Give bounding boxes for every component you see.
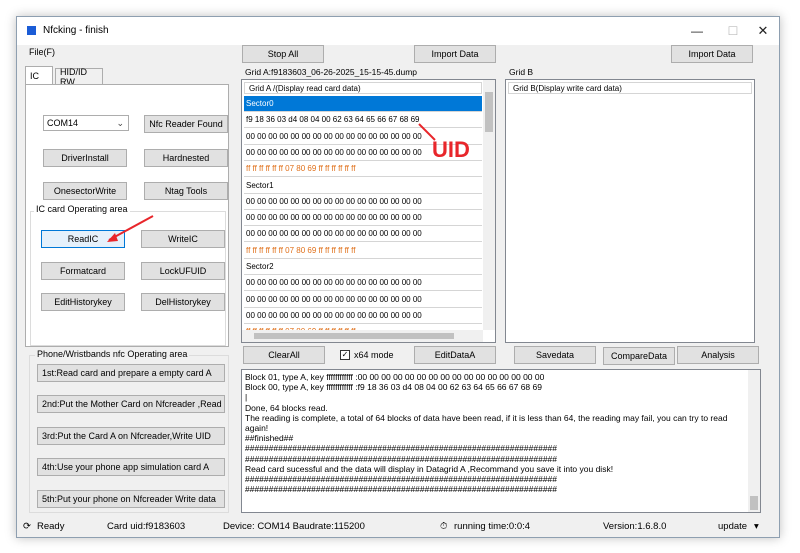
- step-4-button[interactable]: 4th:Use your phone app simulation card A: [37, 458, 225, 476]
- status-bar: ⟳ Ready Card uid:f9183603 Device: COM14 …: [17, 517, 779, 537]
- uid-annotation: UID: [432, 137, 470, 162]
- stopwatch-icon: ⏱: [440, 521, 448, 532]
- log-line: Block 00, type A, key ffffffffffff :f9 1…: [245, 382, 542, 393]
- log-line: ########################################…: [245, 453, 558, 464]
- chevron-down-icon: ⌄: [116, 118, 124, 128]
- grid-a-row[interactable]: Sector1: [244, 178, 482, 194]
- menu-file[interactable]: File(F): [29, 47, 55, 57]
- grid-a[interactable]: Grid A /(Display read card data) Sector0…: [241, 79, 496, 343]
- compare-data-button[interactable]: CompareData: [603, 347, 675, 365]
- status-card-uid: Card uid:f9183603: [107, 521, 186, 532]
- ic-tab-panel: COM14 ⌄ Nfc Reader Found DriverInstall H…: [25, 84, 229, 347]
- title-bar: Nfcking - finish — ☐ ✕: [17, 17, 779, 45]
- grid-b[interactable]: Grid B(Display write card data): [505, 79, 755, 343]
- grid-a-row[interactable]: ff ff ff ff ff ff 07 80 69 ff ff ff ff f…: [244, 161, 482, 178]
- log-line: The reading is complete, a total of 64 b…: [245, 412, 728, 423]
- tab-ic[interactable]: IC: [25, 66, 53, 84]
- grid-b-header: Grid B(Display write card data): [508, 82, 752, 94]
- grid-a-row[interactable]: f9 18 36 03 d4 08 04 00 62 63 64 65 66 6…: [244, 112, 482, 129]
- minimize-button[interactable]: —: [677, 17, 717, 45]
- log-line: ##finished##: [245, 433, 294, 444]
- del-history-key-button[interactable]: DelHistorykey: [141, 293, 225, 311]
- com-port-select[interactable]: COM14 ⌄: [43, 115, 129, 131]
- ic-card-group-title: IC card Operating area: [34, 204, 130, 214]
- grid-a-row[interactable]: 00 00 00 00 00 00 00 00 00 00 00 00 00 0…: [244, 275, 482, 292]
- phone-group-title: Phone/Wristbands nfc Operating area: [35, 349, 190, 359]
- step-2-button[interactable]: 2nd:Put the Mother Card on Nfcreader ,Re…: [37, 395, 225, 413]
- edit-data-a-button[interactable]: EditDataA: [414, 346, 496, 364]
- format-card-button[interactable]: Formatcard: [41, 262, 125, 280]
- menu-bar: File(F): [17, 45, 779, 61]
- com-port-value: COM14: [47, 118, 79, 128]
- log-line: ########################################…: [245, 484, 558, 495]
- grid-a-header: Grid A /(Display read card data): [244, 82, 482, 94]
- log-line: |: [245, 392, 248, 403]
- analysis-button[interactable]: Analysis: [677, 346, 759, 364]
- lock-ufuid-button[interactable]: LockUFUID: [141, 262, 225, 280]
- log-vscroll-thumb[interactable]: [750, 496, 758, 510]
- status-device: Device: COM14 Baudrate:115200: [223, 521, 365, 532]
- grid-a-hscrollbar[interactable]: [242, 330, 483, 342]
- step-5-button[interactable]: 5th:Put your phone on Nfcreader Write da…: [37, 490, 225, 508]
- grid-a-hscroll-thumb[interactable]: [254, 333, 454, 339]
- log-line: ########################################…: [245, 443, 558, 454]
- grid-a-row[interactable]: 00 00 00 00 00 00 00 00 00 00 00 00 00 0…: [244, 194, 482, 210]
- grid-a-row[interactable]: Sector0: [244, 96, 482, 112]
- app-window: Nfcking - finish — ☐ ✕ File(F) Stop All …: [16, 16, 780, 538]
- grid-b-label: Grid B: [509, 67, 534, 77]
- grid-a-row[interactable]: 00 00 00 00 00 00 00 00 00 00 00 00 00 0…: [244, 210, 482, 227]
- log-line: Read card sucessful and the data will di…: [245, 463, 614, 474]
- log-vscrollbar[interactable]: [748, 370, 760, 512]
- step-3-button[interactable]: 3rd:Put the Card A on Nfcreader,Write UI…: [37, 427, 225, 445]
- grid-a-vscroll-thumb[interactable]: [485, 92, 493, 132]
- dropdown-arrow-icon[interactable]: ▾: [754, 521, 759, 532]
- grid-a-label: Grid A:f9183603_06-26-2025_15-15-45.dump: [245, 67, 418, 77]
- write-ic-button[interactable]: WriteIC: [141, 230, 225, 248]
- hardnested-button[interactable]: Hardnested: [144, 149, 228, 167]
- x64-mode-label: x64 mode: [354, 350, 394, 360]
- status-running-time: running time:0:0:4: [454, 521, 531, 532]
- grid-a-row[interactable]: 00 00 00 00 00 00 00 00 00 00 00 00 00 0…: [244, 308, 482, 324]
- grid-a-vscrollbar[interactable]: [483, 80, 495, 330]
- close-button[interactable]: ✕: [743, 17, 779, 45]
- status-ready: Ready: [37, 521, 65, 532]
- save-data-button[interactable]: Savedata: [514, 346, 596, 364]
- ntag-tools-button[interactable]: Ntag Tools: [144, 182, 228, 200]
- refresh-icon: ⟳: [23, 521, 31, 532]
- import-data-a-button[interactable]: Import Data: [414, 45, 496, 63]
- clear-all-button[interactable]: ClearAll: [243, 346, 325, 364]
- log-line: Block 01, type A, key ffffffffffff :00 0…: [245, 372, 545, 382]
- log-line: ########################################…: [245, 474, 558, 484]
- import-data-b-button[interactable]: Import Data: [671, 45, 753, 63]
- nfc-reader-found-button[interactable]: Nfc Reader Found: [144, 115, 228, 133]
- onesector-write-button[interactable]: OnesectorWrite: [43, 182, 127, 200]
- grid-a-row[interactable]: 00 00 00 00 00 00 00 00 00 00 00 00 00 0…: [244, 292, 482, 308]
- edit-history-key-button[interactable]: EditHistorykey: [41, 293, 125, 311]
- grid-a-row[interactable]: 00 00 00 00 00 00 00 00 00 00 00 00 00 0…: [244, 226, 482, 243]
- log-line: Done, 64 blocks read.: [245, 402, 328, 413]
- update-button[interactable]: update: [718, 521, 747, 532]
- driver-install-button[interactable]: DriverInstall: [43, 149, 127, 167]
- app-icon: [27, 26, 36, 35]
- x64-mode-checkbox[interactable]: ✓: [340, 350, 350, 360]
- grid-a-row[interactable]: Sector2: [244, 259, 482, 275]
- stop-all-button[interactable]: Stop All: [242, 45, 324, 63]
- log-line: again!: [245, 423, 269, 433]
- tab-hid-id-rw[interactable]: HID/ID RW: [55, 67, 103, 87]
- step-1-button[interactable]: 1st:Read card and prepare a empty card A: [37, 364, 225, 382]
- read-ic-button[interactable]: ReadIC: [41, 230, 125, 248]
- grid-a-row[interactable]: ff ff ff ff ff ff 07 80 69 ff ff ff ff f…: [244, 243, 482, 259]
- window-title: Nfcking - finish: [43, 25, 109, 36]
- status-version: Version:1.6.8.0: [603, 521, 667, 532]
- log-output[interactable]: Block 01, type A, key ffffffffffff :00 0…: [241, 369, 761, 513]
